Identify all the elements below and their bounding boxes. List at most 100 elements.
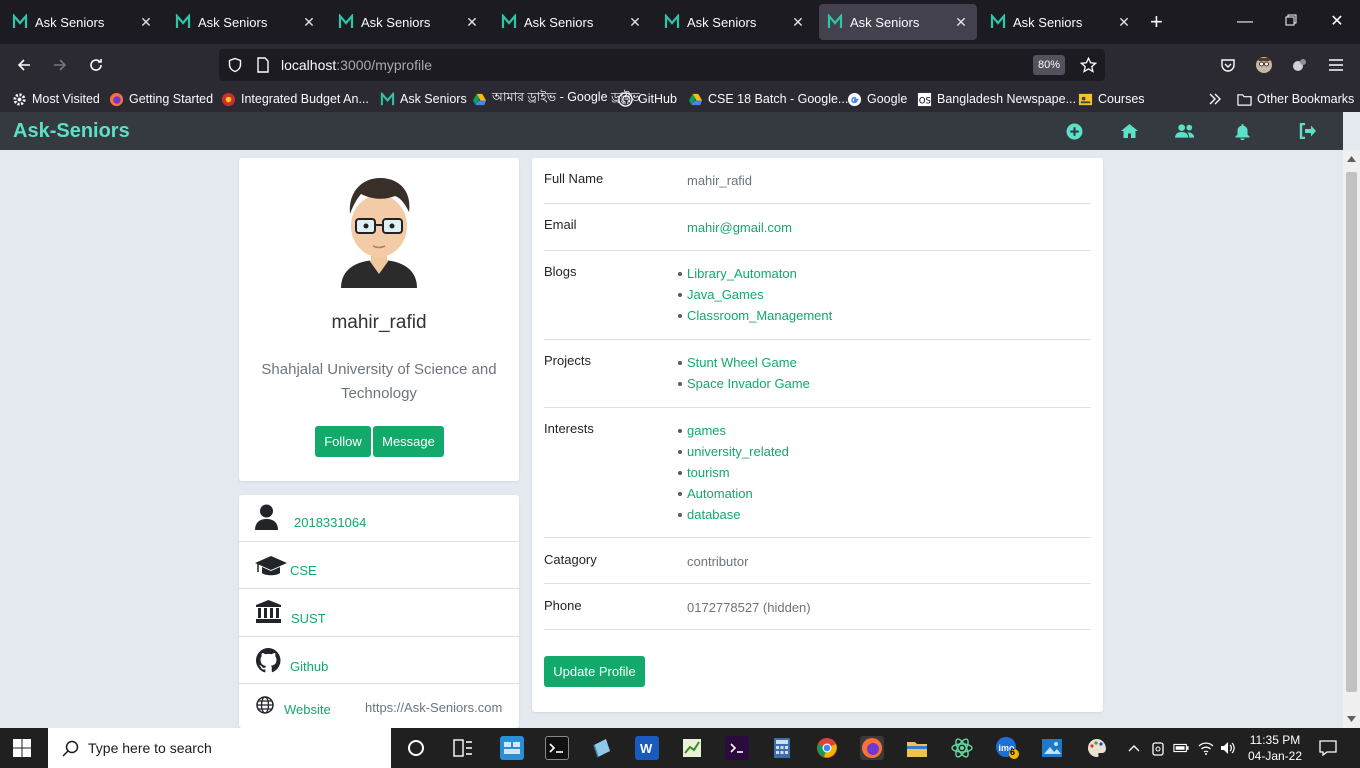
taskbar-search-box[interactable]: Type here to search	[48, 728, 391, 768]
website-url[interactable]: https://Ask-Seniors.com	[365, 700, 502, 715]
close-tab-icon[interactable]: ✕	[627, 14, 643, 31]
device-icon[interactable]	[1150, 740, 1166, 756]
browser-tab[interactable]: Ask Seniors ✕	[330, 4, 488, 40]
star-bookmark-icon[interactable]	[1080, 57, 1097, 73]
interest-item[interactable]: database	[678, 504, 789, 525]
paint-icon[interactable]	[1085, 736, 1109, 760]
bell-icon[interactable]	[1232, 122, 1252, 140]
calculator-icon[interactable]	[770, 736, 794, 760]
project-item[interactable]: Space Invador Game	[678, 373, 810, 394]
email-value[interactable]: mahir@gmail.com	[687, 220, 792, 235]
zoom-level-badge[interactable]: 80%	[1033, 55, 1065, 75]
imo-icon[interactable]: imo 6	[995, 736, 1019, 760]
account-avatar-icon[interactable]	[1252, 53, 1276, 77]
browser-tab[interactable]: Ask Seniors ✕	[493, 4, 651, 40]
extensions-icon[interactable]	[1288, 53, 1312, 77]
battery-icon[interactable]	[1173, 740, 1189, 756]
scrollbar-thumb[interactable]	[1346, 172, 1357, 692]
home-icon[interactable]	[1119, 122, 1139, 140]
more-bookmarks-chevron-icon[interactable]	[1208, 90, 1222, 108]
interest-item[interactable]: tourism	[678, 462, 789, 483]
message-button[interactable]: Message	[373, 426, 444, 457]
file-explorer-icon[interactable]	[905, 736, 929, 760]
blog-item[interactable]: Java_Games	[677, 284, 832, 305]
window-close-icon[interactable]: ✕	[1325, 10, 1349, 34]
browser-tab[interactable]: Ask Seniors ✕	[4, 4, 162, 40]
widgets-icon[interactable]	[451, 736, 475, 760]
bookmark-github[interactable]: GitHub	[618, 90, 677, 108]
terminal-icon[interactable]	[725, 736, 749, 760]
bookmark-courses[interactable]: Courses	[1078, 90, 1145, 108]
close-tab-icon[interactable]: ✕	[138, 14, 154, 31]
firefox-icon[interactable]	[860, 736, 884, 760]
bookmark-google[interactable]: Google	[847, 90, 907, 108]
interest-item[interactable]: games	[678, 420, 789, 441]
tray-overflow-chevron-icon[interactable]	[1126, 740, 1142, 756]
other-bookmarks[interactable]: Other Bookmarks	[1237, 90, 1354, 108]
update-profile-button[interactable]: Update Profile	[544, 656, 645, 687]
command-prompt-icon[interactable]	[545, 736, 569, 760]
task-view-icon[interactable]	[404, 736, 428, 760]
sign-out-icon[interactable]	[1298, 122, 1318, 140]
url-text[interactable]: localhost:3000/myprofile	[281, 57, 432, 73]
full-name-label: Full Name	[544, 171, 604, 186]
word-icon[interactable]: W	[635, 736, 659, 760]
blog-item[interactable]: Classroom_Management	[677, 305, 832, 326]
address-bar[interactable]: localhost:3000/myprofile 80%	[219, 49, 1105, 81]
bookmark-ask-seniors[interactable]: Ask Seniors	[380, 90, 467, 108]
windows-start-icon[interactable]	[12, 738, 32, 758]
pocket-icon[interactable]	[1216, 53, 1240, 77]
browser-tab[interactable]: Ask Seniors ✕	[656, 4, 814, 40]
project-item[interactable]: Stunt Wheel Game	[678, 352, 810, 373]
close-tab-icon[interactable]: ✕	[464, 14, 480, 31]
menu-hamburger-icon[interactable]	[1324, 53, 1348, 77]
phone-value: 0172778527 (hidden)	[687, 600, 811, 615]
chrome-icon[interactable]	[815, 736, 839, 760]
new-tab-icon[interactable]: +	[1150, 10, 1163, 34]
website-label[interactable]: Website	[284, 702, 331, 717]
spreadsheet-icon[interactable]	[680, 736, 704, 760]
github-link[interactable]: Github	[290, 659, 328, 674]
browser-tab[interactable]: Ask Seniors ✕	[167, 4, 325, 40]
atom-icon[interactable]	[950, 736, 974, 760]
imo-notification-badge: 6	[1010, 747, 1016, 757]
minimize-icon[interactable]: —	[1233, 10, 1257, 34]
info-row-website: Website https://Ask-Seniors.com	[239, 684, 519, 728]
interest-item[interactable]: university_related	[678, 441, 789, 462]
close-tab-icon[interactable]: ✕	[953, 14, 969, 31]
notepad-icon[interactable]	[590, 736, 614, 760]
bookmark-cse-18-batch[interactable]: CSE 18 Batch - Google...	[688, 90, 848, 108]
scroll-down-icon[interactable]	[1347, 716, 1356, 722]
interest-item[interactable]: Automation	[678, 483, 789, 504]
system-clock[interactable]: 11:35 PM 04-Jan-22	[1240, 732, 1310, 764]
taskbar-search-placeholder: Type here to search	[88, 740, 212, 756]
close-tab-icon[interactable]: ✕	[1116, 14, 1132, 31]
photos-icon[interactable]	[1040, 736, 1064, 760]
browser-tab-active[interactable]: Ask Seniors ✕	[819, 4, 977, 40]
bookmark-bangladesh-newspaper[interactable]: OS Bangladesh Newspape...	[917, 90, 1076, 108]
scroll-up-icon[interactable]	[1347, 156, 1356, 162]
bookmark-getting-started[interactable]: Getting Started	[109, 90, 213, 108]
wifi-icon[interactable]	[1198, 740, 1214, 756]
shield-icon[interactable]	[227, 57, 243, 73]
bookmark-integrated-budget[interactable]: Integrated Budget An...	[221, 90, 369, 108]
users-icon[interactable]	[1175, 122, 1195, 140]
reload-icon[interactable]	[84, 53, 108, 77]
close-tab-icon[interactable]: ✕	[301, 14, 317, 31]
back-arrow-icon[interactable]	[12, 53, 36, 77]
department: CSE	[290, 563, 317, 578]
blog-item[interactable]: Library_Automaton	[677, 263, 832, 284]
bookmark-most-visited[interactable]: Most Visited	[12, 90, 100, 108]
speaker-icon[interactable]	[1220, 740, 1236, 756]
bookmark-google-drive[interactable]: আমার ড্রাইভ - Google ড্রাইভ	[472, 90, 640, 108]
forward-arrow-icon[interactable]	[48, 53, 72, 77]
restore-icon[interactable]	[1279, 10, 1303, 34]
plus-circle-icon[interactable]	[1064, 122, 1084, 140]
follow-button[interactable]: Follow	[315, 426, 371, 457]
notifications-icon[interactable]	[1318, 739, 1338, 757]
brand-logo[interactable]: Ask-Seniors	[13, 120, 130, 143]
control-panel-icon[interactable]	[500, 736, 524, 760]
browser-tab[interactable]: Ask Seniors ✕	[982, 4, 1140, 40]
page-scrollbar[interactable]	[1343, 150, 1360, 728]
close-tab-icon[interactable]: ✕	[790, 14, 806, 31]
